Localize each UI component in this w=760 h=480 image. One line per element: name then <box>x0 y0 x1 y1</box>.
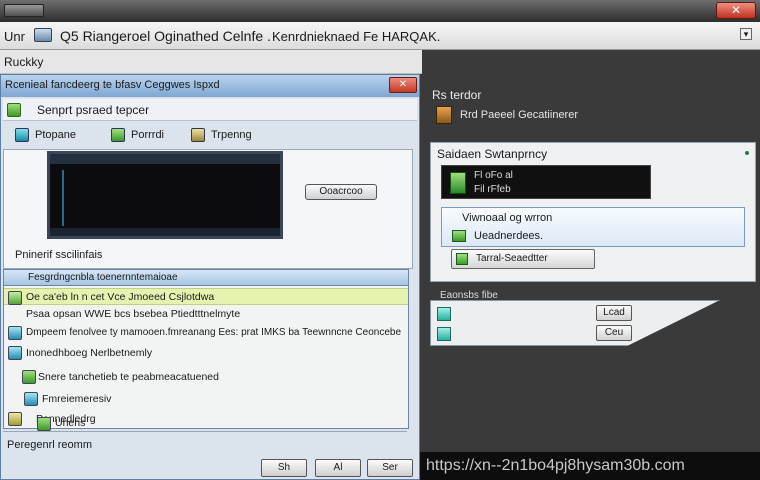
action-button[interactable]: Tarral-Seaedtter <box>451 249 595 269</box>
document-icon <box>111 128 125 142</box>
option-title: Viwnoaal og wrron <box>462 212 553 224</box>
network-icon <box>437 327 451 341</box>
item-list: Fesgrdngcnbla toenernntemaioae Oe ca'eb … <box>3 269 409 429</box>
watermark-url: https://xn--2n1bo4pj8hysam30b.com <box>420 452 760 480</box>
apply-button[interactable]: Al <box>315 459 361 477</box>
preview-line-1: Fl oFo al <box>474 170 513 181</box>
list-item[interactable]: Psaa opsan WWE bcs bsebea Ptiedtttnelmyt… <box>4 306 408 322</box>
action-button-label: Tarral-Seaedtter <box>476 253 548 264</box>
tab-properties[interactable]: Porrrdi <box>111 126 164 144</box>
right-item-label: Rrd Paeeel Gecatiinerer <box>460 109 579 121</box>
monitor-icon <box>15 128 29 142</box>
address-bar: Unr Q5 Riangeroel Oginathed Celnfe . Ken… <box>0 22 760 50</box>
list-item-label: Psaa opsan WWE bcs bsebea Ptiedtttnelmyt… <box>26 308 241 320</box>
info-icon <box>8 326 22 340</box>
status-dot-icon <box>745 151 749 155</box>
list-item[interactable]: Dmpeem fenolvee ty mamooen.fmreanang Ees… <box>4 324 408 342</box>
menu-label[interactable]: Ruckky <box>4 55 43 69</box>
tab-general[interactable]: Ptopane <box>15 126 76 144</box>
preview-cursor <box>62 170 64 226</box>
application-icon <box>34 28 52 42</box>
tab-label: Ptopane <box>35 129 76 141</box>
list-item-label: Oe ca'eb ln n cet Vce Jmoeed Csjlotdwa <box>26 291 215 303</box>
shield-icon <box>7 103 21 117</box>
dialog-subtitle: Senprt psraed tepcer <box>37 103 150 117</box>
selected-option[interactable]: Viwnoaal og wrron Ueadnerdees. <box>441 207 745 247</box>
address-path[interactable]: Kenrdnieknaed Fe HARQAK. <box>272 29 440 44</box>
settings-button[interactable]: Ooacrcoo <box>305 184 377 200</box>
tab-label: Trpenng <box>211 129 252 141</box>
check-icon <box>452 230 466 242</box>
option-subtitle: Ueadnerdees. <box>474 230 544 242</box>
play-icon <box>456 253 468 265</box>
list-header[interactable]: Fesgrdngcnbla toenernntemaioae <box>4 270 408 286</box>
list-item[interactable]: Oe ca'eb ln n cet Vce Jmoeed Csjlotdwa <box>4 288 408 305</box>
secondary-action-button[interactable]: Ceu <box>596 325 632 341</box>
load-button[interactable]: Lcad <box>596 305 632 321</box>
secondary-panel <box>430 300 720 346</box>
minimize-button[interactable] <box>4 4 44 17</box>
status-label: Pninerif sscilinfais <box>15 249 103 261</box>
secondary-title: Eaonsbs fibe <box>440 290 498 301</box>
folder-icon <box>8 346 22 360</box>
ok-button[interactable]: Sh <box>261 459 307 477</box>
window-title-bar: ✕ <box>0 0 760 22</box>
list-header-label: Fesgrdngcnbla toenernntemaioae <box>28 272 178 283</box>
list-item[interactable]: Fmreiemeresiv <box>4 390 408 408</box>
dark-preview: Fl oFo al Fil rFfeb <box>441 165 651 199</box>
gear-icon <box>191 128 205 142</box>
dialog-subheader: Senprt psraed tepcer <box>3 99 417 121</box>
list-item-label: Dmpeem fenolvee ty mamooen.fmreanang Ees… <box>26 327 402 338</box>
package-icon <box>436 106 452 124</box>
list-item-label: Fmreiemeresiv <box>42 393 112 405</box>
file-icon <box>22 370 36 384</box>
check-icon <box>8 291 22 305</box>
dialog-close-button[interactable]: ✕ <box>389 77 417 93</box>
preview-status-strip <box>50 228 280 236</box>
preview-title-strip <box>50 154 280 164</box>
list-item-label: Inonedhboeg Nerlbetnemly <box>26 347 153 359</box>
network-icon <box>437 307 451 321</box>
battery-icon <box>450 172 466 194</box>
tab-strip: Ptopane Porrrdi Trpenng <box>3 123 417 147</box>
panel-header: Saidaen Swtanprncy <box>437 147 548 161</box>
tab-settings[interactable]: Trpenng <box>191 126 252 144</box>
folder-icon <box>8 412 22 426</box>
address-left-text: Unr <box>4 29 25 44</box>
dialog-title-bar: Rcenieal fancdeerg te bfasv Ceggwes Ispx… <box>1 75 419 97</box>
dialog-title: Rcenieal fancdeerg te bfasv Ceggwes Ispx… <box>5 79 220 91</box>
cancel-button[interactable]: Ser <box>367 459 413 477</box>
divider <box>3 431 407 432</box>
list-item[interactable]: Inonedhboeg Nerlbetnemly <box>4 344 408 362</box>
list-item[interactable]: Snere tanchetieb te peabmeacatuened <box>4 368 408 386</box>
window-title: Q5 Riangeroel Oginathed Celnfe . <box>60 28 271 44</box>
properties-dialog: Rcenieal fancdeerg te bfasv Ceggwes Ispx… <box>0 74 420 480</box>
list-item[interactable]: Uhens <box>37 415 137 431</box>
status-panel: Saidaen Swtanprncy Fl oFo al Fil rFfeb V… <box>430 142 756 282</box>
file-icon <box>37 417 51 431</box>
window-close-button[interactable]: ✕ <box>716 2 756 19</box>
list-item-label: Uhens <box>55 417 86 429</box>
list-item-label: Snere tanchetieb te peabmeacatuened <box>38 371 219 383</box>
drive-icon <box>24 392 38 406</box>
chevron-down-icon[interactable]: ▾ <box>740 28 752 40</box>
preview-line-2: Fil rFfeb <box>474 184 511 195</box>
screen-preview <box>47 151 283 239</box>
tab-label: Porrrdi <box>131 129 165 141</box>
bottom-label: Peregenrl reomm <box>7 439 92 451</box>
right-section-title: Rs terdor <box>432 88 482 102</box>
menu-row: Ruckky <box>0 50 422 74</box>
